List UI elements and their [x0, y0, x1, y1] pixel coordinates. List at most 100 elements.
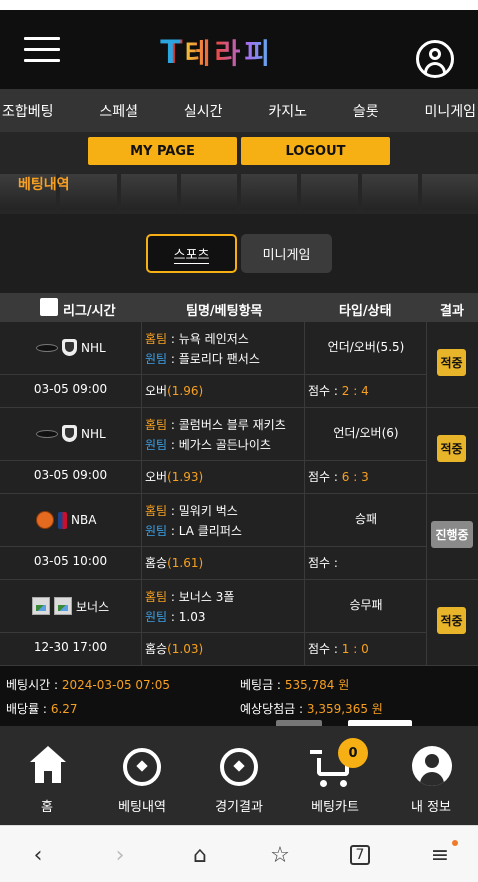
section-title: 베팅내역: [18, 177, 70, 193]
result-badge: 적중: [437, 349, 466, 376]
score-label: 점수 :: [308, 470, 338, 484]
bookmark-star-icon[interactable]: ☆: [266, 842, 294, 868]
nav-special[interactable]: 스페셜: [99, 101, 138, 121]
bottom-nav-cart[interactable]: 0 베팅카트: [290, 726, 380, 825]
match-time: 03-05 10:00: [33, 554, 108, 568]
bet-amount-value: 535,784 원: [284, 678, 350, 692]
bottom-nav-home-label: 홈: [41, 800, 53, 815]
nba-logo-icon: [58, 511, 67, 529]
pick-label: 홈승: [145, 556, 168, 570]
nav-casino[interactable]: 카지노: [268, 101, 307, 121]
tabs-area: 스포츠 미니게임: [0, 214, 478, 293]
home-label: 홈팀: [145, 504, 168, 518]
home-icon[interactable]: ⌂: [186, 842, 214, 868]
status-bar: [0, 0, 478, 10]
bet-pick: 오버(1.96): [145, 382, 203, 399]
main-nav: 조합베팅 스페셜 실시간 카지노 슬롯 미니게임: [0, 89, 478, 132]
tab-minigame[interactable]: 미니게임: [241, 234, 332, 273]
select-all-checkbox[interactable]: [40, 298, 58, 316]
result-badge: 적중: [437, 607, 466, 634]
score-label: 점수 :: [308, 556, 338, 570]
tabs-count: 7: [349, 845, 371, 865]
bet-pick: 홈승(1.03): [145, 640, 203, 657]
nhl-logo-icon: [62, 339, 77, 356]
bottom-nav-cart-label: 베팅카트: [311, 800, 359, 815]
home-label: 홈팀: [145, 332, 168, 346]
header-result: 결과: [440, 304, 464, 319]
score-value: 1 : 0: [341, 642, 369, 656]
menu-icon[interactable]: [24, 37, 60, 63]
odds-label: 배당률 :: [6, 702, 47, 716]
home-team: 밀워키 벅스: [178, 504, 238, 518]
header-type-status: 타입/상태: [339, 304, 392, 319]
home-team: 콜럼버스 블루 재키츠: [178, 418, 286, 432]
tab-sports[interactable]: 스포츠: [146, 234, 237, 273]
pick-label: 홈승: [145, 642, 168, 656]
user-icon[interactable]: [416, 40, 454, 78]
logout-button[interactable]: LOGOUT: [241, 137, 390, 165]
teams-cell: 홈팀 : 콜럼버스 블루 재키츠 원팀 : 베가스 골든나이츠: [145, 418, 286, 452]
bet-amount-label: 베팅금 :: [240, 678, 281, 692]
home-team: 뉴욕 레인저스: [178, 332, 249, 346]
cart-count-badge: 0: [338, 738, 368, 768]
logo-mark: T: [160, 32, 181, 71]
expected-label: 예상당첨금 :: [240, 702, 304, 716]
bet-pick: 홈승(1.61): [145, 554, 203, 571]
table-row: NBA 홈팀 : 밀워키 벅스 원팀 : LA 클리퍼스 승패 03-05 10…: [0, 494, 478, 580]
tabs-icon[interactable]: 7: [346, 842, 374, 868]
pick-odds: (1.61): [167, 556, 204, 570]
away-label: 원팀: [145, 524, 168, 538]
score: 점수 : 1 : 0: [308, 640, 369, 657]
bet-time: 베팅시간 : 2024-03-05 07:05: [6, 676, 170, 693]
away-label: 원팀: [145, 352, 168, 366]
home-label: 홈팀: [145, 590, 168, 604]
score: 점수 : 6 : 3: [308, 468, 369, 485]
forward-icon[interactable]: ›: [106, 842, 134, 868]
expected-win: 예상당첨금 : 3,359,365 원: [240, 700, 383, 717]
bet-type: 언더/오버(6): [333, 426, 399, 440]
pick-odds: (1.96): [167, 384, 204, 398]
away-team: 베가스 골든나이츠: [178, 438, 271, 452]
notification-dot: [452, 840, 458, 846]
bet-time-label: 베팅시간 :: [6, 678, 59, 692]
bottom-nav-home[interactable]: 홈: [2, 726, 92, 825]
nav-minigame[interactable]: 미니게임: [424, 101, 476, 121]
tab-sports-label: 스포츠: [173, 244, 210, 264]
league-cell: NHL: [36, 425, 106, 442]
bottom-nav-results-label: 경기결과: [215, 800, 263, 815]
bottom-nav-bet-history-label: 베팅내역: [118, 800, 166, 815]
away-team: LA 클리퍼스: [178, 524, 242, 538]
basketball-icon: [36, 511, 54, 529]
table-header: 리그/시간 팀명/베팅항목 타입/상태 결과: [0, 293, 478, 322]
pick-odds: (1.93): [167, 470, 204, 484]
league-name: NHL: [81, 340, 106, 355]
home-label: 홈팀: [145, 418, 168, 432]
logo-text: 테라피: [185, 32, 274, 72]
nav-live[interactable]: 실시간: [184, 101, 223, 121]
bottom-nav-results[interactable]: 경기결과: [194, 726, 284, 825]
browser-toolbar: ‹ › ⌂ ☆ 7 ≡: [0, 825, 478, 882]
nav-combo-betting[interactable]: 조합베팅: [2, 101, 54, 121]
bottom-nav-my-info[interactable]: 내 정보: [386, 726, 476, 825]
score: 점수 :: [308, 554, 338, 571]
banner: [0, 132, 478, 214]
broken-image-icon: [54, 597, 72, 615]
my-page-button[interactable]: MY PAGE: [88, 137, 237, 165]
bet-type: 승패: [354, 512, 378, 526]
home-team: 보너스 3폴: [178, 590, 235, 604]
bottom-nav-bet-history[interactable]: 베팅내역: [97, 726, 187, 825]
bet-type: 언더/오버(5.5): [327, 340, 405, 354]
browser-menu-icon[interactable]: ≡: [426, 842, 454, 868]
match-time: 12-30 17:00: [33, 640, 108, 654]
logo[interactable]: T 테라피: [160, 32, 274, 72]
back-icon[interactable]: ‹: [24, 842, 52, 868]
pick-label: 오버: [145, 384, 168, 398]
score-label: 점수 :: [308, 384, 338, 398]
league-cell: NHL: [36, 339, 106, 356]
bet-summary: 베팅시간 : 2024-03-05 07:05 베팅금 : 535,784 원 …: [0, 666, 478, 726]
teams-cell: 홈팀 : 뉴욕 레인저스 원팀 : 플로리다 팬서스: [145, 332, 260, 366]
nav-slot[interactable]: 슬롯: [353, 101, 379, 121]
score-value: 6 : 3: [341, 470, 369, 484]
broken-image-icon: [32, 597, 50, 615]
top-bar: T 테라피: [0, 10, 478, 89]
